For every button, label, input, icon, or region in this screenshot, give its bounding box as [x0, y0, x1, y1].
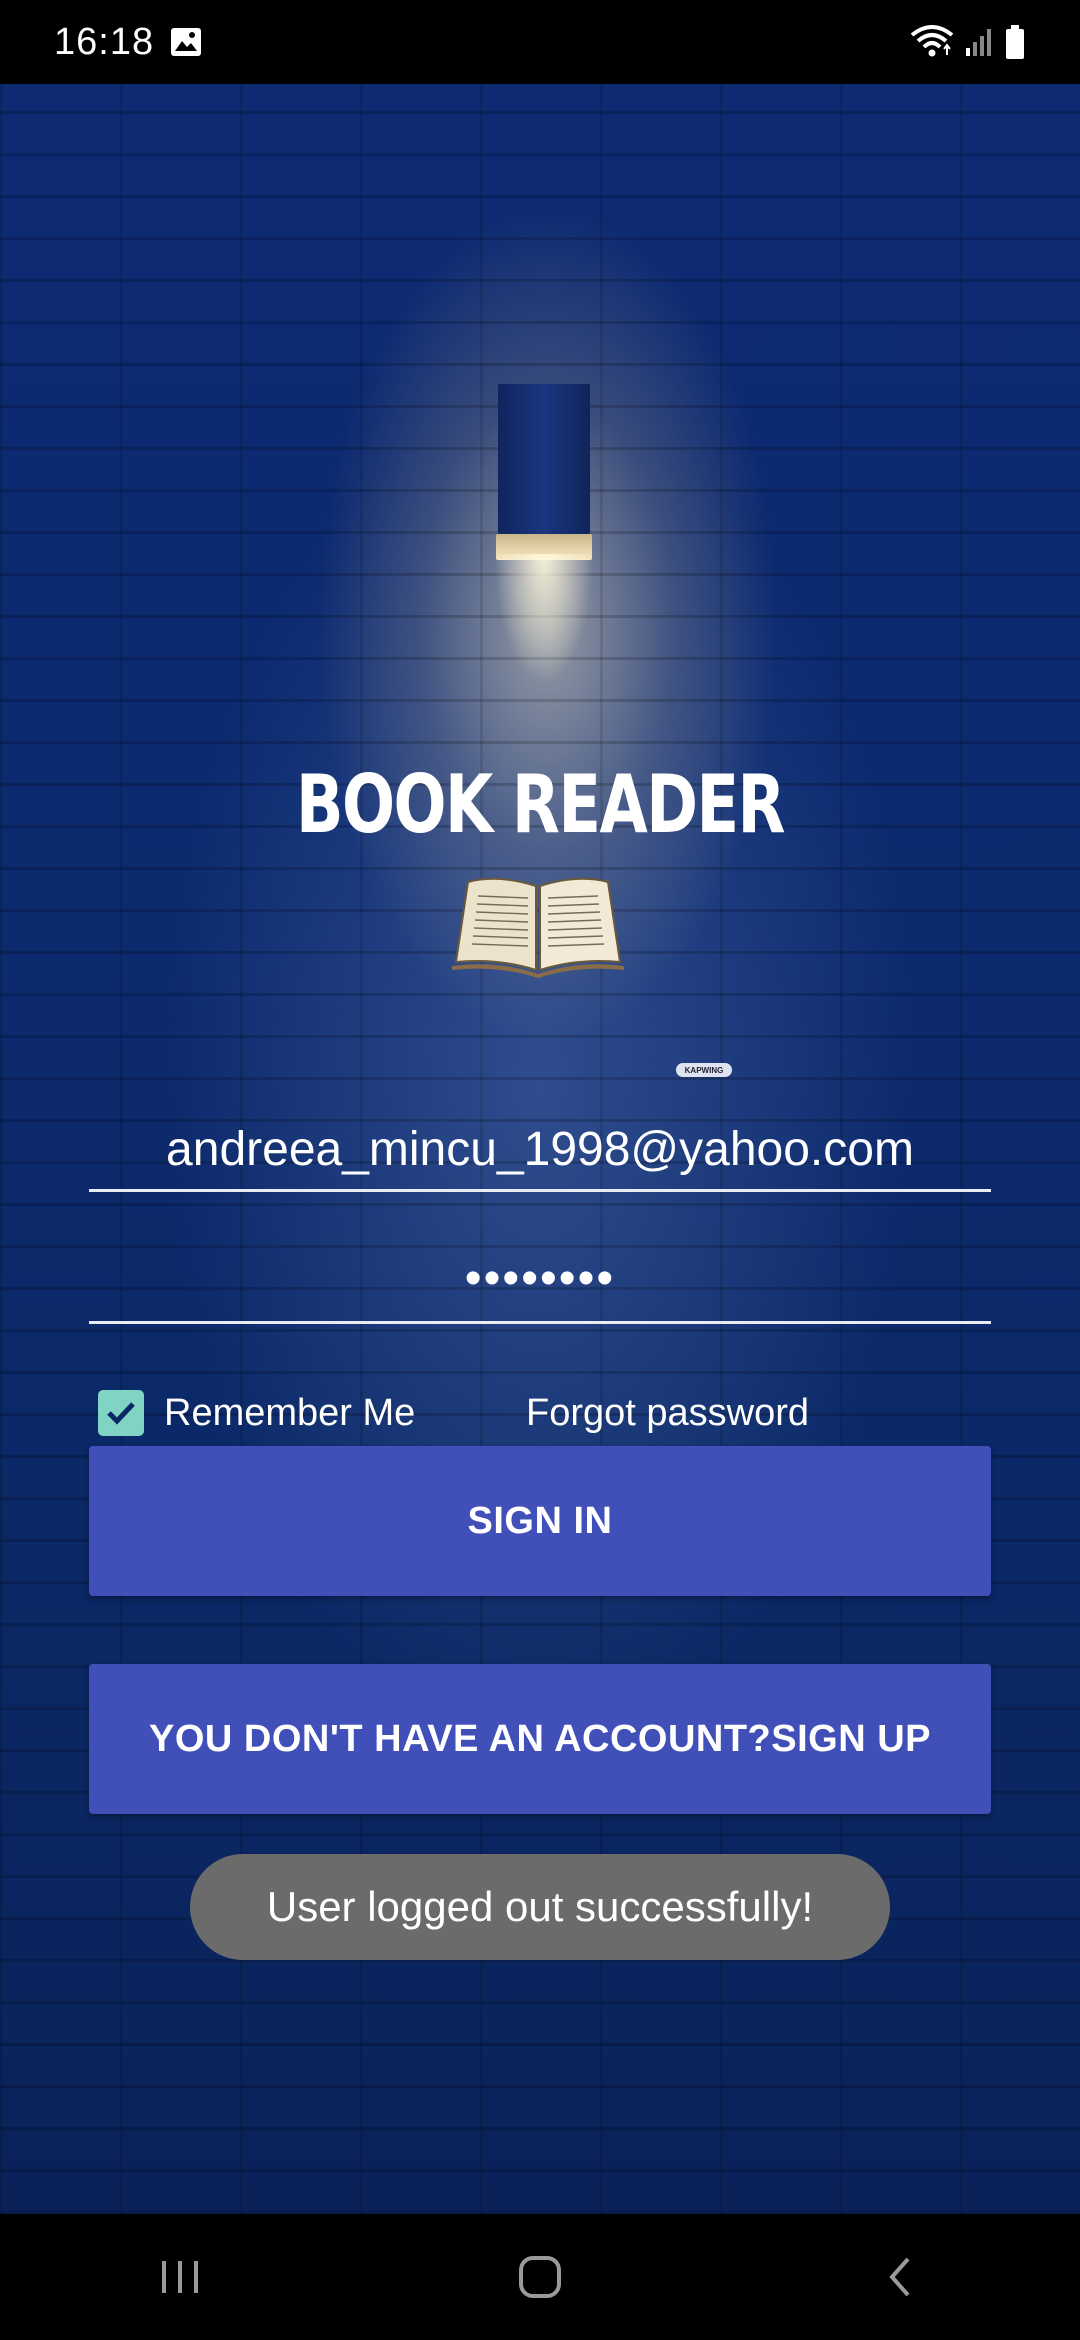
remember-me-label: Remember Me — [164, 1391, 416, 1434]
home-button[interactable] — [500, 2247, 580, 2307]
recents-icon — [162, 2261, 198, 2293]
signal-icon — [966, 29, 991, 56]
status-time: 16:18 — [54, 20, 155, 63]
remember-me-checkbox[interactable]: Remember Me — [98, 1388, 415, 1438]
status-bar: 16:18 — [0, 0, 1080, 84]
checkmark-icon — [107, 1402, 135, 1425]
open-book-icon — [452, 877, 624, 978]
back-icon — [889, 2257, 910, 2297]
wifi-icon — [910, 25, 954, 57]
wall-lamp — [494, 384, 594, 684]
sign-in-button[interactable]: SIGN IN — [89, 1446, 991, 1596]
password-field[interactable]: •••••••• — [89, 1238, 991, 1324]
forgot-password-link[interactable]: Forgot password — [526, 1390, 809, 1436]
email-field[interactable]: andreea_mincu_1998@yahoo.com — [89, 1110, 991, 1192]
sign-up-button[interactable]: YOU DON'T HAVE AN ACCOUNT?SIGN UP — [89, 1664, 991, 1814]
back-button[interactable] — [860, 2247, 940, 2307]
app-title: BOOK READER — [295, 758, 786, 851]
gallery-icon — [171, 28, 202, 56]
toast-message: User logged out successfully! — [190, 1854, 890, 1960]
recents-button[interactable] — [140, 2247, 220, 2307]
battery-icon — [1006, 25, 1024, 59]
watermark: KAPWING — [676, 1063, 732, 1077]
status-icons — [910, 24, 1026, 60]
checkbox-checked[interactable] — [98, 1390, 144, 1436]
home-icon — [519, 2256, 561, 2298]
navigation-bar — [0, 2214, 1080, 2340]
